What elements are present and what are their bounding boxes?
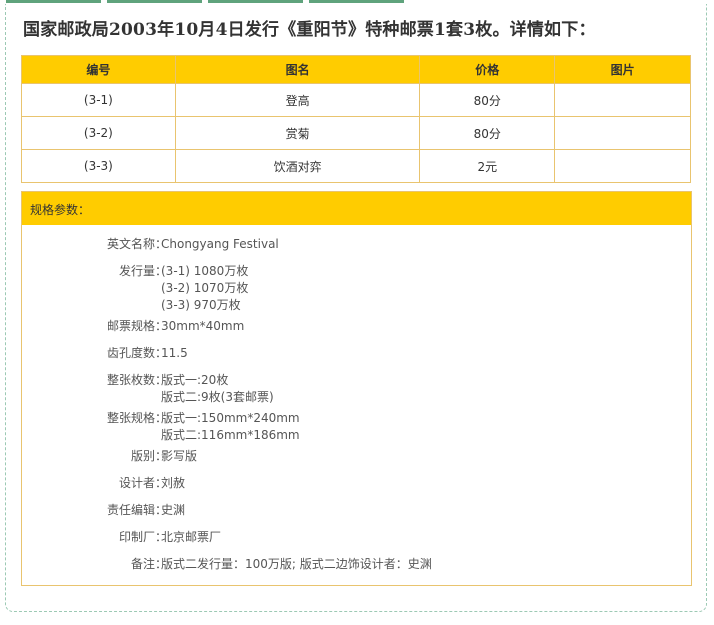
table-row: (3-1) 登高 80分 [21,83,691,117]
cell-number: (3-1) [21,83,176,117]
cell-number: (3-3) [21,149,176,183]
spec-value-line: 版式二发行量：100万版; 版式二边饰设计者：史渊 [161,557,432,571]
column-header-number: 编号 [21,55,176,84]
spec-label: 发行量： [118,264,167,278]
spec-label: 印制厂： [118,530,167,544]
stamp-table: 编号 图名 价格 图片 (3-1) 登高 80分 (3-2) 赏菊 80分 (3… [21,55,691,183]
spec-value-line: 版式一:150mm*240mm [161,411,300,425]
cell-image [554,83,691,117]
spec-value-line: 11.5 [161,346,188,360]
spec-value: 30mm*40mm [161,318,244,335]
spec-value-line: 版式二:9枚(3套邮票) [161,390,274,404]
spec-value: 版式一:150mm*240mm 版式二:116mm*186mm [161,410,300,444]
spec-label: 设计者： [118,476,167,490]
spec-label: 齿孔度数： [106,346,167,360]
spec-value: 史渊 [161,502,185,519]
tab-segment[interactable] [107,0,202,3]
spec-value: 11.5 [161,345,188,362]
tab-segment[interactable] [6,0,101,3]
spec-panel: 规格参数： 英文名称： Chongyang Festival 发行量： (3-1… [21,191,692,586]
cell-number: (3-2) [21,116,176,150]
cell-name: 饮酒对弈 [174,149,421,183]
column-header-name: 图名 [174,55,421,84]
spec-value-line: 北京邮票厂 [161,530,222,544]
spec-value-line: 史渊 [161,503,186,517]
spec-value-line: 版式一:20枚 [161,373,229,387]
tab-segment[interactable] [309,0,404,3]
spec-panel-title: 规格参数： [22,192,691,225]
spec-label: 邮票规格： [106,319,167,333]
table-row: (3-2) 赏菊 80分 [21,116,691,150]
tab-segment[interactable] [208,0,303,3]
spec-label: 责任编辑： [106,503,167,517]
cell-name: 赏菊 [174,116,421,150]
spec-label: 整张枚数： [106,373,167,387]
spec-value-line: (3-3) 970万枚 [161,298,241,312]
spec-value: 版式一:20枚 版式二:9枚(3套邮票) [161,372,274,406]
spec-value-line: Chongyang Festival [161,237,279,251]
spec-value-line: (3-2) 1070万枚 [161,281,249,295]
spec-value: Chongyang Festival [161,236,279,253]
spec-value-line: 刘赦 [161,476,186,490]
cell-price: 80分 [419,83,556,117]
spec-label: 整张规格： [106,411,167,425]
column-header-price: 价格 [419,55,556,84]
spec-value-line: 版式二:116mm*186mm [161,428,300,442]
spec-value: (3-1) 1080万枚 (3-2) 1070万枚 (3-3) 970万枚 [161,263,248,314]
spec-value-line: (3-1) 1080万枚 [161,264,249,278]
column-header-image: 图片 [554,55,691,84]
cell-image [554,116,691,150]
spec-label: 英文名称： [106,237,167,251]
table-header-row: 编号 图名 价格 图片 [21,55,691,84]
spec-value-line: 影写版 [161,449,198,463]
spec-value: 影写版 [161,448,197,465]
cell-price: 2元 [419,149,556,183]
spec-value: 刘赦 [161,475,185,492]
spec-value-line: 30mm*40mm [161,319,245,333]
cell-image [554,149,691,183]
table-row: (3-3) 饮酒对弈 2元 [21,149,691,183]
cell-name: 登高 [174,83,421,117]
cell-price: 80分 [419,116,556,150]
page-headline: 国家邮政局2003年10月4日发行《重阳节》特种邮票1套3枚。详情如下： [23,20,596,40]
spec-value: 北京邮票厂 [161,529,221,546]
spec-value: 版式二发行量：100万版; 版式二边饰设计者：史渊 [161,556,432,573]
